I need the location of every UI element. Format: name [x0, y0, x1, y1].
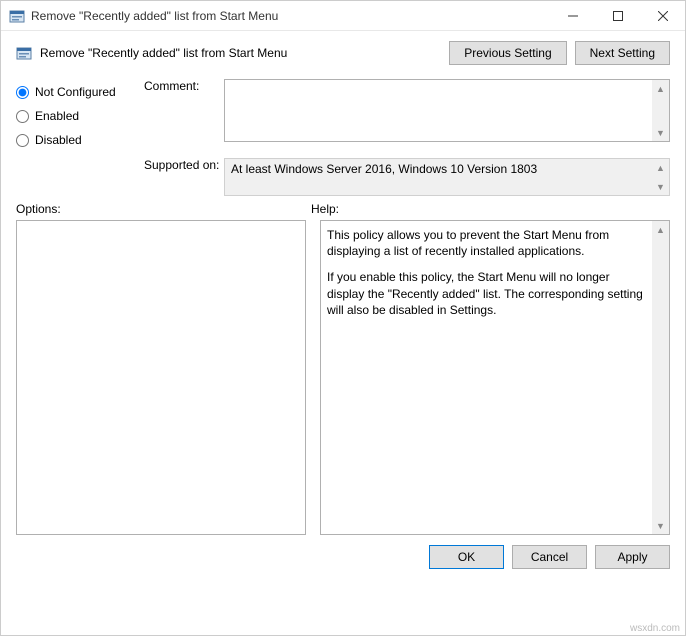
radio-enabled-label: Enabled — [35, 109, 79, 123]
scroll-down-icon[interactable]: ▼ — [652, 124, 669, 141]
scroll-down-icon[interactable]: ▼ — [652, 178, 669, 195]
minimize-button[interactable] — [550, 1, 595, 30]
maximize-button[interactable] — [595, 1, 640, 30]
help-section-label: Help: — [311, 202, 339, 216]
dialog-footer: OK Cancel Apply — [1, 535, 685, 579]
radio-disabled[interactable]: Disabled — [16, 133, 126, 147]
scroll-up-icon[interactable]: ▲ — [652, 159, 669, 176]
help-pane: This policy allows you to prevent the St… — [320, 220, 670, 535]
scroll-down-icon[interactable]: ▼ — [652, 517, 669, 534]
policy-item-icon — [9, 8, 25, 24]
watermark: wsxdn.com — [630, 623, 680, 634]
previous-setting-button[interactable]: Previous Setting — [449, 41, 566, 65]
radio-not-configured-label: Not Configured — [35, 85, 116, 99]
radio-not-configured-input[interactable] — [16, 86, 29, 99]
supported-on-value: At least Windows Server 2016, Windows 10… — [225, 159, 669, 179]
comment-field[interactable] — [225, 80, 651, 138]
ok-button[interactable]: OK — [429, 545, 504, 569]
state-radio-group: Not Configured Enabled Disabled — [16, 79, 126, 196]
radio-not-configured[interactable]: Not Configured — [16, 85, 126, 99]
help-paragraph: If you enable this policy, the Start Men… — [327, 269, 647, 318]
window-titlebar: Remove "Recently added" list from Start … — [1, 1, 685, 31]
radio-disabled-label: Disabled — [35, 133, 82, 147]
options-section-label: Options: — [16, 202, 311, 216]
comment-label: Comment: — [144, 79, 224, 142]
help-paragraph: This policy allows you to prevent the St… — [327, 227, 647, 259]
radio-enabled[interactable]: Enabled — [16, 109, 126, 123]
window-title: Remove "Recently added" list from Start … — [31, 9, 550, 23]
supported-on-label: Supported on: — [144, 158, 224, 196]
policy-icon — [16, 45, 32, 61]
radio-enabled-input[interactable] — [16, 110, 29, 123]
comment-field-wrap: ▲ ▼ — [224, 79, 670, 142]
close-button[interactable] — [640, 1, 685, 30]
policy-title: Remove "Recently added" list from Start … — [40, 46, 441, 60]
apply-button[interactable]: Apply — [595, 545, 670, 569]
help-text: This policy allows you to prevent the St… — [321, 221, 669, 334]
options-pane — [16, 220, 306, 535]
supported-on-box: At least Windows Server 2016, Windows 10… — [224, 158, 670, 196]
dialog-header: Remove "Recently added" list from Start … — [1, 31, 685, 71]
cancel-button[interactable]: Cancel — [512, 545, 587, 569]
scroll-up-icon[interactable]: ▲ — [652, 221, 669, 238]
scroll-up-icon[interactable]: ▲ — [652, 80, 669, 97]
next-setting-button[interactable]: Next Setting — [575, 41, 670, 65]
radio-disabled-input[interactable] — [16, 134, 29, 147]
